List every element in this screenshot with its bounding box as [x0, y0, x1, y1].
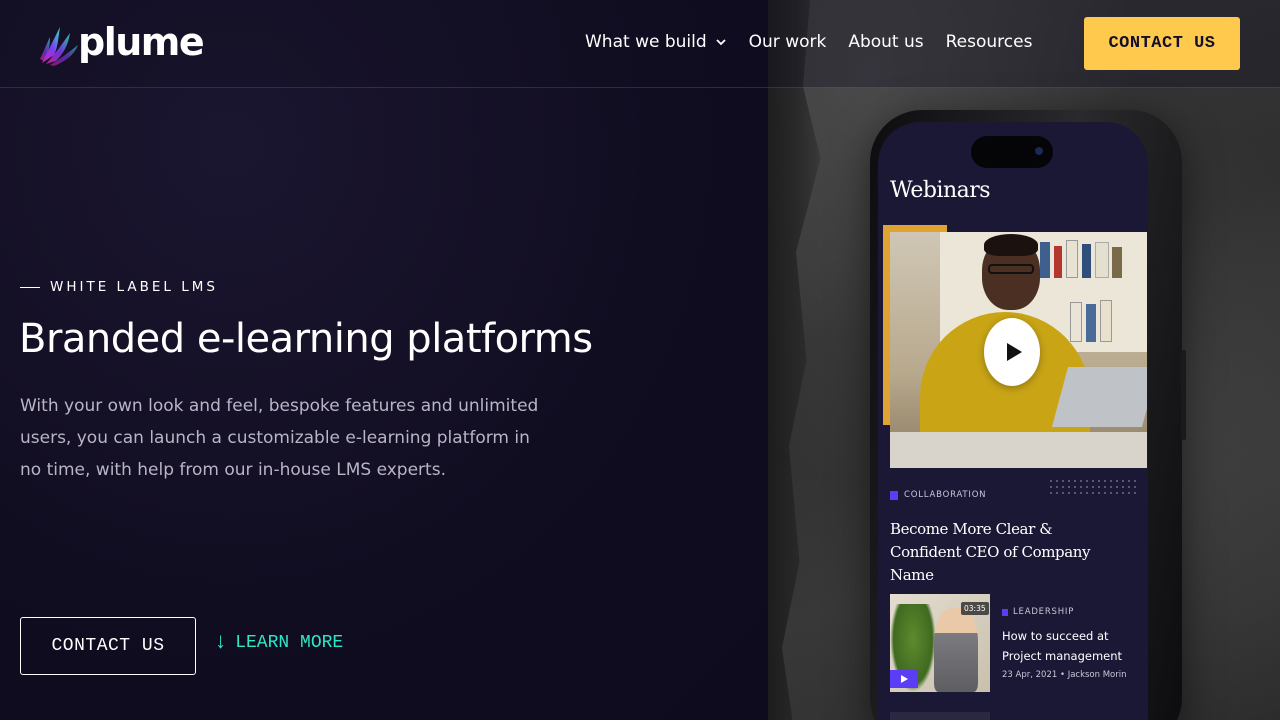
nav-item-what-we-build[interactable]: What we build — [585, 32, 727, 52]
nav-item-label: What we build — [585, 32, 707, 52]
chevron-down-icon — [716, 39, 726, 46]
nav-item-label: About us — [848, 32, 924, 52]
book — [1066, 240, 1078, 278]
item-category: LEADERSHIP — [1002, 607, 1074, 617]
category-label: LEADERSHIP — [1013, 607, 1075, 617]
eyebrow-text: WHITE LABEL LMS — [50, 279, 218, 295]
site-header: plume What we build Our work About us Re… — [0, 0, 1280, 88]
nav-item-label: Our work — [748, 32, 827, 52]
dot-pattern — [1048, 478, 1140, 494]
header-contact-button[interactable]: CONTACT US — [1084, 17, 1240, 70]
item-date: 23 Apr, 2021 — [1002, 670, 1058, 680]
main-nav: What we build Our work About us Resource… — [585, 32, 1032, 52]
plume-logo[interactable]: plume — [38, 20, 205, 68]
featured-headline[interactable]: Become More Clear & Confident CEO of Com… — [890, 518, 1125, 587]
nav-item-our-work[interactable]: Our work — [749, 32, 827, 52]
screen-title: Webinars — [890, 178, 991, 203]
category-marker — [890, 490, 898, 500]
camera-dot — [1035, 147, 1043, 155]
book — [1095, 242, 1109, 278]
phone-side-button — [1181, 350, 1186, 440]
hero-title: Branded e-learning platforms — [19, 316, 593, 362]
hero-eyebrow: WHITE LABEL LMS — [20, 279, 218, 295]
featured-category: COLLABORATION — [890, 490, 986, 500]
category-marker — [1002, 608, 1008, 616]
book — [1054, 246, 1062, 278]
book — [1086, 304, 1096, 342]
person-glasses — [988, 264, 1034, 274]
thumbnail-play-icon — [890, 670, 918, 688]
book — [1082, 244, 1091, 278]
hero-description: With your own look and feel, bespoke fea… — [20, 396, 539, 480]
desk — [890, 432, 1147, 468]
hero-contact-button[interactable]: CONTACT US — [20, 617, 196, 675]
nav-item-about-us[interactable]: About us — [848, 32, 923, 52]
duration-badge: 03:35 — [961, 602, 989, 615]
book — [1040, 242, 1050, 278]
book — [1100, 300, 1112, 342]
book — [1070, 302, 1082, 342]
learn-more-label: LEARN MORE — [235, 633, 344, 653]
webinar-item-meta: 23 Apr, 2021 • Jackson Morin — [1002, 670, 1127, 680]
webinar-item-thumbnail[interactable]: 03:35 — [890, 594, 990, 692]
nav-item-label: Resources — [945, 32, 1033, 52]
person-hair — [984, 234, 1038, 256]
laptop — [1051, 367, 1147, 427]
webinar-item-title[interactable]: How to succeed at Project management — [1002, 626, 1142, 666]
phone-notch — [971, 136, 1053, 168]
book — [1112, 247, 1122, 278]
person — [934, 608, 978, 692]
nav-item-resources[interactable]: Resources — [946, 32, 1033, 52]
item-author: Jackson Morin — [1067, 670, 1127, 680]
next-item-thumbnail — [890, 712, 990, 720]
meta-separator: • — [1059, 670, 1068, 680]
play-button[interactable] — [984, 318, 1040, 386]
arrow-down-icon: ↓ — [214, 630, 228, 655]
logo-wordmark: plume — [78, 20, 205, 64]
play-icon — [1006, 343, 1022, 361]
feather-logo-icon — [40, 27, 78, 66]
eyebrow-dash — [20, 286, 40, 288]
category-label: COLLABORATION — [904, 490, 987, 500]
learn-more-link[interactable]: ↓ LEARN MORE — [214, 632, 343, 654]
